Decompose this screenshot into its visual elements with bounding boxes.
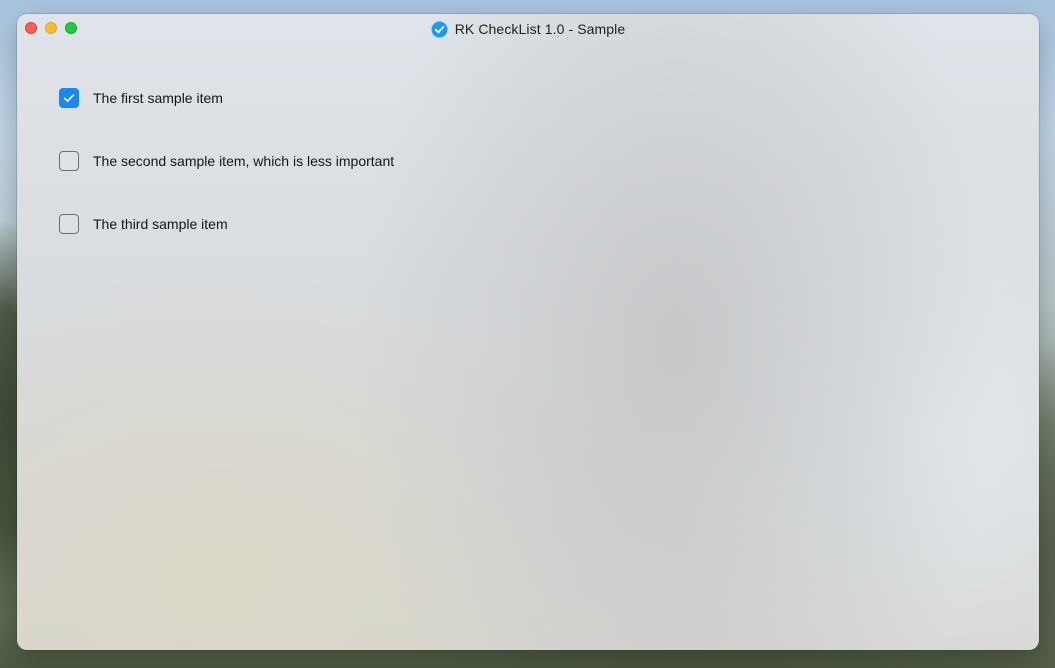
- checkmark-icon: [63, 94, 75, 102]
- checkmark-circle-icon: [431, 21, 448, 38]
- item-checkbox-unchecked[interactable]: [59, 214, 79, 234]
- item-label[interactable]: The third sample item: [93, 215, 228, 233]
- item-checkbox-unchecked[interactable]: [59, 151, 79, 171]
- window-title-group: RK CheckList 1.0 - Sample: [17, 20, 1039, 38]
- item-checkbox-checked[interactable]: [59, 88, 79, 108]
- desktop-wallpaper: RK CheckList 1.0 - Sample The first samp…: [0, 0, 1055, 668]
- title-bar[interactable]: RK CheckList 1.0 - Sample: [17, 14, 1039, 42]
- window-title: RK CheckList 1.0 - Sample: [454, 21, 626, 37]
- app-window: RK CheckList 1.0 - Sample The first samp…: [17, 14, 1039, 650]
- item-label[interactable]: The first sample item: [93, 89, 223, 107]
- item-label[interactable]: The second sample item, which is less im…: [93, 152, 394, 170]
